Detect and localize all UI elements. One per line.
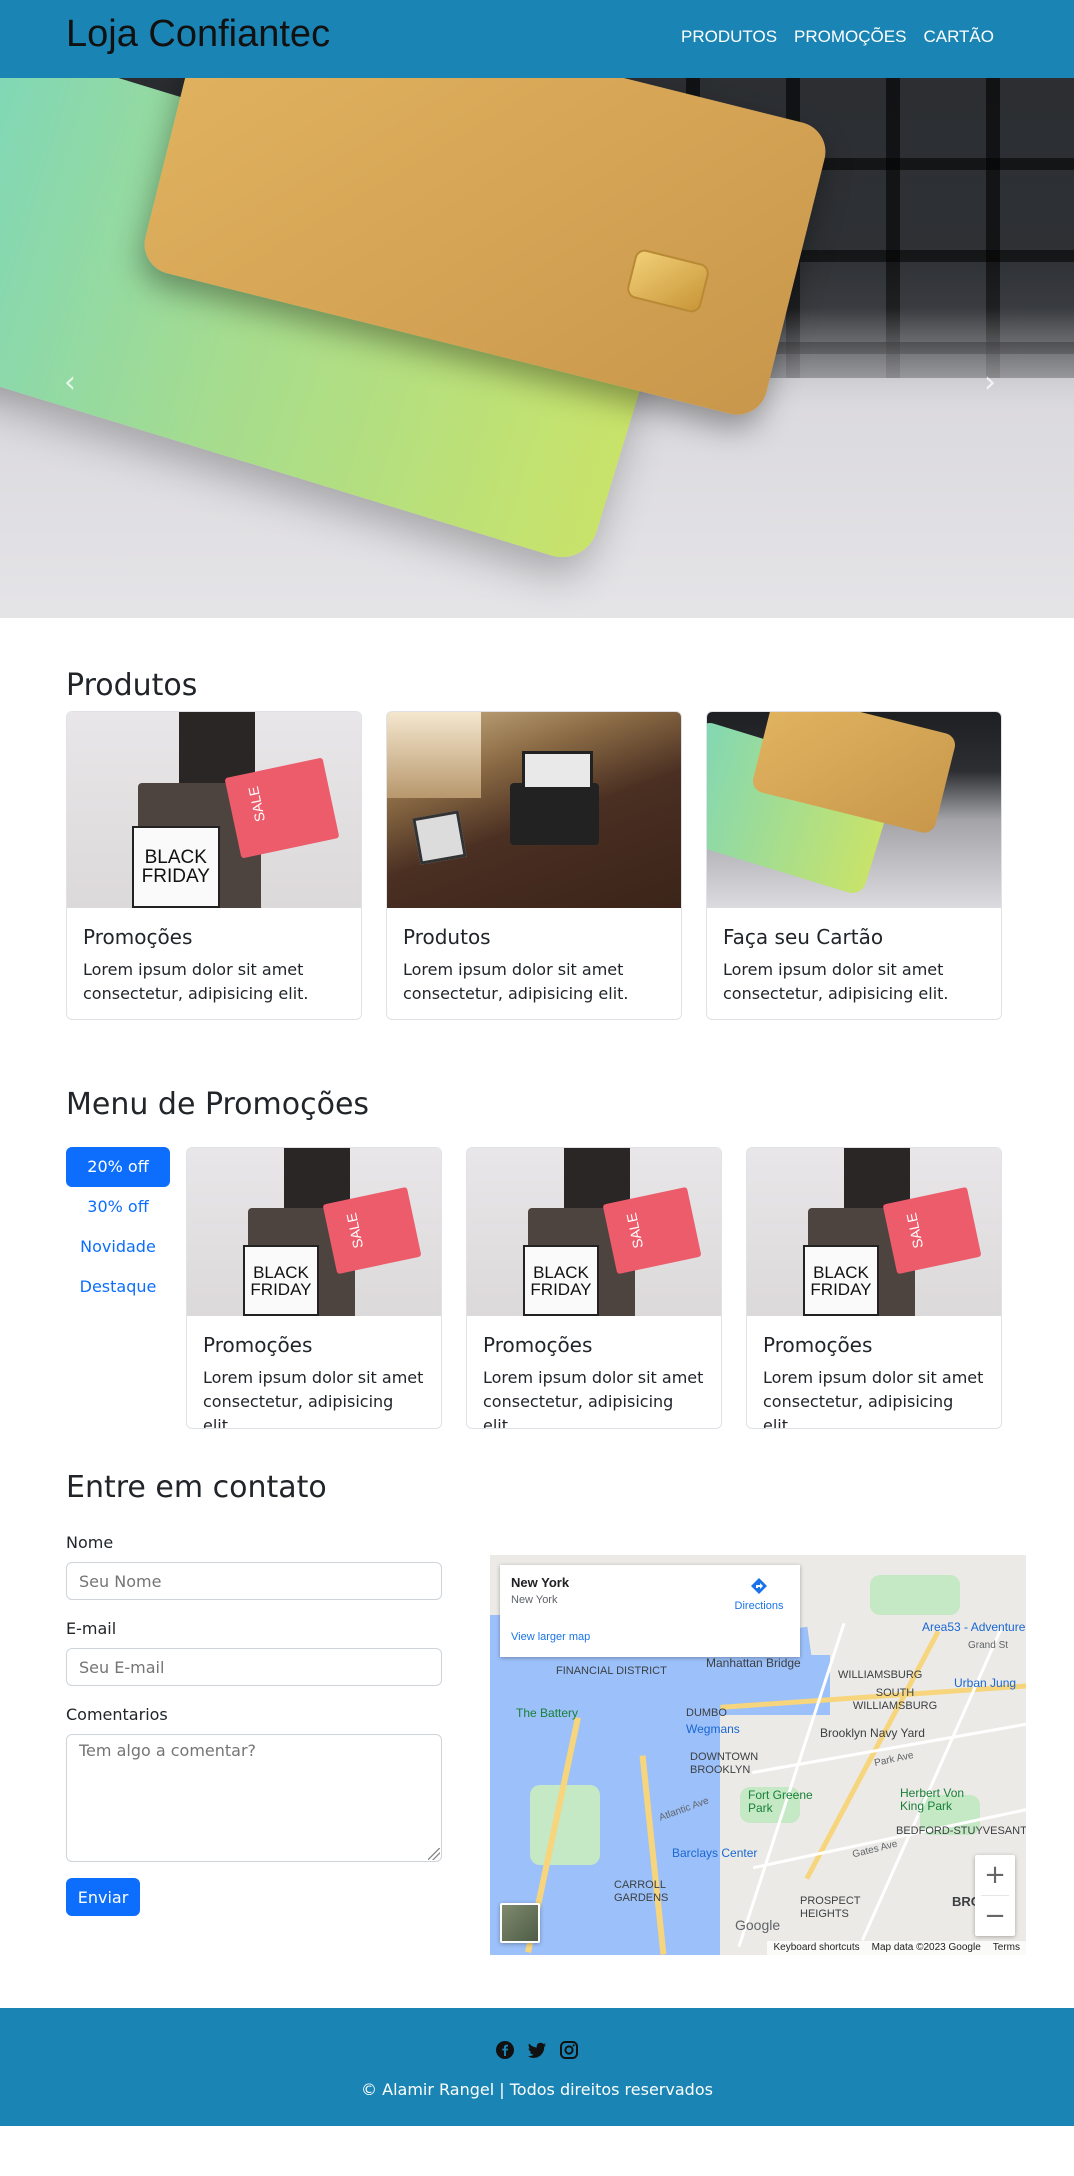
map-label: The Battery (516, 1706, 579, 1720)
hero-carousel: ‹ › (0, 78, 1074, 618)
product-card-promocoes[interactable]: SALE BLACK FRIDAY Promoções Lorem ipsum … (66, 711, 362, 1020)
site-footer: © Alamir Rangel | Todos direitos reserva… (0, 2008, 1074, 2126)
promo-card-2[interactable]: SALE BLACK FRIDAY Promoções Lorem ipsum … (466, 1147, 722, 1429)
map-label: Wegmans (686, 1722, 740, 1736)
card-title: Promoções (763, 1333, 873, 1357)
black-friday-image: SALE BLACK FRIDAY (747, 1148, 1001, 1316)
main-nav: PRODUTOS PROMOÇÕES CARTÃO (681, 24, 994, 50)
copyright-text: © Alamir Rangel | Todos direitos reserva… (361, 2080, 713, 2099)
map-label: Grand St (968, 1640, 1009, 1651)
section-heading-promocoes: Menu de Promoções (66, 1087, 370, 1122)
facebook-icon[interactable] (495, 2040, 515, 2060)
comentarios-label: Comentarios (66, 1705, 168, 1724)
enviar-button[interactable]: Enviar (66, 1878, 140, 1916)
promo-card-1[interactable]: SALE BLACK FRIDAY Promoções Lorem ipsum … (186, 1147, 442, 1429)
map-label: BEDFORD-STUYVESANT (896, 1825, 1026, 1837)
carousel-next-icon[interactable]: › (984, 368, 996, 398)
google-map-embed[interactable]: Manhattan Bridge FINANCIAL DISTRICT The … (490, 1555, 1026, 1955)
email-label: E-mail (66, 1619, 117, 1638)
pill-30-off[interactable]: 30% off (66, 1187, 170, 1227)
product-card-produtos[interactable]: Produtos Lorem ipsum dolor sit amet cons… (386, 711, 682, 1020)
desk-workspace-image (387, 712, 681, 908)
top-navbar: Loja Confiantec PRODUTOS PROMOÇÕES CARTÃ… (0, 0, 1074, 78)
map-label: FINANCIAL DISTRICT (556, 1665, 667, 1677)
pill-destaque[interactable]: Destaque (66, 1267, 170, 1307)
twitter-icon[interactable] (527, 2040, 547, 2060)
card-title: Faça seu Cartão (723, 925, 884, 949)
card-title: Promoções (203, 1333, 313, 1357)
map-label: PROSPECT HEIGHTS (800, 1895, 861, 1920)
map-label: Manhattan Bridge (706, 1656, 801, 1670)
nome-label: Nome (66, 1533, 114, 1552)
map-label: DOWNTOWN BROOKLYN (690, 1751, 759, 1776)
map-label: Area53 - Adventure (922, 1620, 1026, 1634)
map-label: Urban Jung (954, 1676, 1017, 1690)
map-label: Park Ave (873, 1749, 915, 1770)
black-friday-image: SALE BLACK FRIDAY (187, 1148, 441, 1316)
satellite-toggle-thumbnail[interactable] (500, 1903, 540, 1943)
card-text: Lorem ipsum dolor sit amet consectetur, … (203, 1368, 424, 1429)
keyboard-shortcuts-link[interactable]: Keyboard shortcuts (773, 1941, 859, 1955)
card-text: Lorem ipsum dolor sit amet consectetur, … (723, 960, 949, 1003)
social-links (0, 2040, 1074, 2060)
map-place-card: New York New York View larger map Direct… (500, 1565, 800, 1657)
card-text: Lorem ipsum dolor sit amet consectetur, … (83, 960, 309, 1003)
zoom-out-button[interactable]: − (975, 1896, 1015, 1936)
map-label: SOUTH WILLIAMSBURG (852, 1687, 938, 1712)
nav-link-cartao[interactable]: CARTÃO (923, 24, 994, 50)
carousel-prev-icon[interactable]: ‹ (64, 368, 76, 398)
nav-link-produtos[interactable]: PRODUTOS (681, 24, 777, 50)
product-card-cartao[interactable]: Faça seu Cartão Lorem ipsum dolor sit am… (706, 711, 1002, 1020)
promo-card-3[interactable]: SALE BLACK FRIDAY Promoções Lorem ipsum … (746, 1147, 1002, 1429)
card-title: Promoções (483, 1333, 593, 1357)
map-label: DUMBO (686, 1707, 727, 1719)
view-larger-map-link[interactable]: View larger map (511, 1631, 590, 1643)
directions-icon (750, 1577, 768, 1595)
section-heading-produtos: Produtos (66, 668, 198, 703)
map-zoom-controls: + − (975, 1855, 1015, 1936)
instagram-icon[interactable] (559, 2040, 579, 2060)
google-logo: Google (735, 1917, 781, 1933)
black-friday-image: SALE BLACK FRIDAY (67, 712, 361, 908)
comentarios-textarea[interactable] (66, 1734, 442, 1862)
credit-cards-image (707, 712, 1001, 908)
directions-button[interactable]: Directions (728, 1577, 790, 1613)
pill-20-off[interactable]: 20% off (66, 1147, 170, 1187)
card-text: Lorem ipsum dolor sit amet consectetur, … (403, 960, 629, 1003)
nome-field[interactable] (66, 1562, 442, 1600)
map-label: Barclays Center (672, 1846, 758, 1860)
map-label: Herbert Von King Park (900, 1786, 965, 1813)
map-label: CARROLL GARDENS (614, 1879, 669, 1904)
brand-logo-text[interactable]: Loja Confiantec (66, 10, 330, 58)
map-data-attribution: Map data ©2023 Google (871, 1942, 981, 1953)
textarea-resize-handle[interactable] (428, 1848, 440, 1860)
terms-link[interactable]: Terms (993, 1941, 1020, 1955)
card-title: Promoções (83, 925, 193, 949)
map-label: Fort Greene Park (748, 1788, 813, 1815)
zoom-in-button[interactable]: + (975, 1855, 1015, 1895)
map-attribution-bar: Keyboard shortcuts Map data ©2023 Google… (767, 1941, 1026, 1955)
email-field[interactable] (66, 1648, 442, 1686)
card-title: Produtos (403, 925, 491, 949)
pill-novidade[interactable]: Novidade (66, 1227, 170, 1267)
nav-link-promocoes[interactable]: PROMOÇÕES (794, 24, 906, 50)
map-label: WILLIAMSBURG (838, 1669, 923, 1681)
black-friday-image: SALE BLACK FRIDAY (467, 1148, 721, 1316)
map-label: Brooklyn Navy Yard (820, 1726, 925, 1740)
section-heading-contato: Entre em contato (66, 1470, 327, 1505)
card-text: Lorem ipsum dolor sit amet consectetur, … (483, 1368, 704, 1429)
card-text: Lorem ipsum dolor sit amet consectetur, … (763, 1368, 984, 1429)
